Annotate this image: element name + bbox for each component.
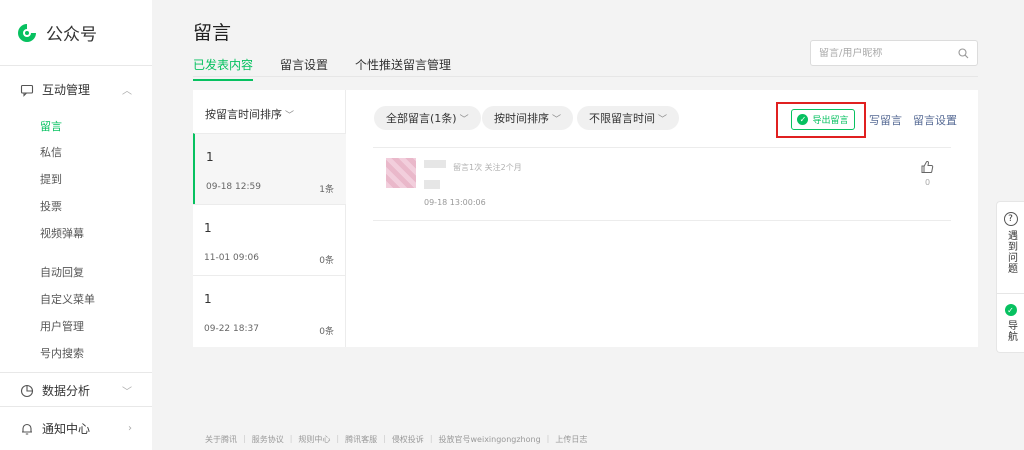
message-icon [20,84,34,97]
nav-group-notifications[interactable]: 通知中心 › [20,420,132,437]
nav-item-auto-reply[interactable]: 自动回复 [40,264,84,280]
wechat-official-logo-icon [18,23,36,42]
pie-chart-icon [20,384,34,397]
tab-comment-settings[interactable]: 留言设置 [280,56,328,81]
help-label: 遇到问题 [1005,230,1017,274]
tabs-divider [193,76,978,77]
post-sort-label: 按留言时间排序 [205,108,282,121]
comments-panel: 按留言时间排序 ﹀ 1 09-18 12:59 1条 1 11-01 09:06 … [193,90,978,347]
blurred-comment-text [424,180,440,189]
chevron-down-icon: ﹀ [658,114,668,125]
divider [0,65,152,66]
app-title: 公众号 [46,25,97,45]
nav-item-user-management[interactable]: 用户管理 [40,318,84,334]
filter-sort-time[interactable]: 按时间排序 ﹀ [482,106,574,130]
post-comment-count: 1条 [319,185,334,195]
post-item[interactable]: 1 09-22 18:37 0条 [193,275,346,346]
footer-link[interactable]: 服务协议 [252,434,284,445]
post-date: 09-22 18:37 [204,324,259,334]
nav-item-votes[interactable]: 投票 [40,198,62,214]
post-list: 按留言时间排序 ﹀ 1 09-18 12:59 1条 1 11-01 09:06 … [193,90,346,347]
export-comments-button[interactable]: ✓ 导出留言 [791,109,855,130]
search-icon[interactable] [958,47,969,59]
sidebar: 公众号 互动管理 ︿ 留言 私信 提到 投票 视频弹幕 自动回复 自定义菜单 用… [0,0,152,450]
divider [0,372,152,373]
post-date: 11-01 09:06 [204,253,259,263]
nav-group-interaction[interactable]: 互动管理 ︿ [20,81,132,98]
footer-link[interactable]: 上传日志 [555,434,587,445]
nav-label: 导航 [1005,320,1017,342]
search-box[interactable] [810,40,978,66]
chevron-down-icon: ﹀ [285,111,295,121]
wechat-check-icon: ✓ [1004,304,1017,316]
question-icon: ? [1003,212,1018,226]
footer-link[interactable]: 关于腾讯 [205,434,237,445]
blurred-username [424,160,446,168]
nav-button[interactable]: ✓ 导航 [997,294,1024,342]
chevron-up-icon: ︿ [122,86,132,97]
nav-item-custom-menu[interactable]: 自定义菜单 [40,291,95,307]
nav-group-data-analysis[interactable]: 数据分析 ﹀ [20,382,132,399]
help-button[interactable]: ? 遇到问题 [997,202,1024,294]
logo[interactable]: 公众号 [16,20,97,45]
chevron-down-icon: ﹀ [459,114,469,125]
divider [373,220,951,221]
comment-date: 09-18 13:00:06 [424,198,486,207]
bell-icon [22,423,32,435]
avatar[interactable] [386,158,416,188]
post-title: 1 [204,292,212,306]
nav-item-in-account-search[interactable]: 号内搜索 [40,345,84,361]
footer-link[interactable]: 规则中心 [298,434,330,445]
footer-link[interactable]: 腾讯客服 [345,434,377,445]
export-label: 导出留言 [812,116,849,126]
nav-item-mentions[interactable]: 提到 [40,171,62,187]
search-input[interactable] [819,47,958,59]
filter-label: 按时间排序 [494,112,549,125]
nav-item-comments[interactable]: 留言 [40,118,62,134]
post-comment-count: 0条 [319,327,334,337]
post-sort-dropdown[interactable]: 按留言时间排序 ﹀ [205,106,294,122]
filter-all-comments[interactable]: 全部留言(1条) ﹀ [374,106,481,130]
tab-published[interactable]: 已发表内容 [193,56,254,81]
footer: 关于腾讯 | 服务协议 | 规则中心 | 腾讯客服 | 侵权投诉 | 投放官号weixin… [205,434,588,445]
chevron-right-icon: › [128,423,132,434]
write-comment-link[interactable]: 写留言 [869,112,902,128]
post-title: 1 [206,150,214,164]
tab-bar: 已发表内容 留言设置 个性推送留言管理 [193,56,478,81]
page-title: 留言 [193,22,232,44]
post-title: 1 [204,221,212,235]
nav-item-danmaku[interactable]: 视频弹幕 [40,225,84,241]
filter-label: 不限留言时间 [589,112,655,125]
nav-group-label: 互动管理 [42,83,91,97]
floating-help-bar: ? 遇到问题 ✓ 导航 [996,201,1024,353]
comment-settings-link[interactable]: 留言设置 [913,112,957,128]
divider [373,147,951,148]
thumbs-up-icon[interactable] [920,160,934,174]
footer-link[interactable]: 侵权投诉 [392,434,424,445]
divider [0,406,152,407]
like-count: 0 [925,178,931,187]
nav-group-label: 通知中心 [42,422,91,436]
wechat-check-icon: ✓ [797,114,809,125]
post-date: 09-18 12:59 [206,182,261,192]
filter-label: 全部留言(1条) [386,112,457,125]
filter-time-range[interactable]: 不限留言时间 ﹀ [577,106,680,130]
post-item[interactable]: 1 09-18 12:59 1条 [193,133,346,204]
post-comment-count: 0条 [319,256,334,266]
post-item[interactable]: 1 11-01 09:06 0条 [193,204,346,275]
chevron-down-icon: ﹀ [552,114,562,125]
nav-item-messages[interactable]: 私信 [40,144,62,160]
tab-personalized-push[interactable]: 个性推送留言管理 [355,56,451,81]
nav-group-label: 数据分析 [42,384,91,398]
footer-link[interactable]: 投放官号weixingongzhong [439,434,541,445]
comment-meta: 留言1次 关注2个月 [453,163,522,172]
chevron-down-icon: ﹀ [122,387,132,398]
